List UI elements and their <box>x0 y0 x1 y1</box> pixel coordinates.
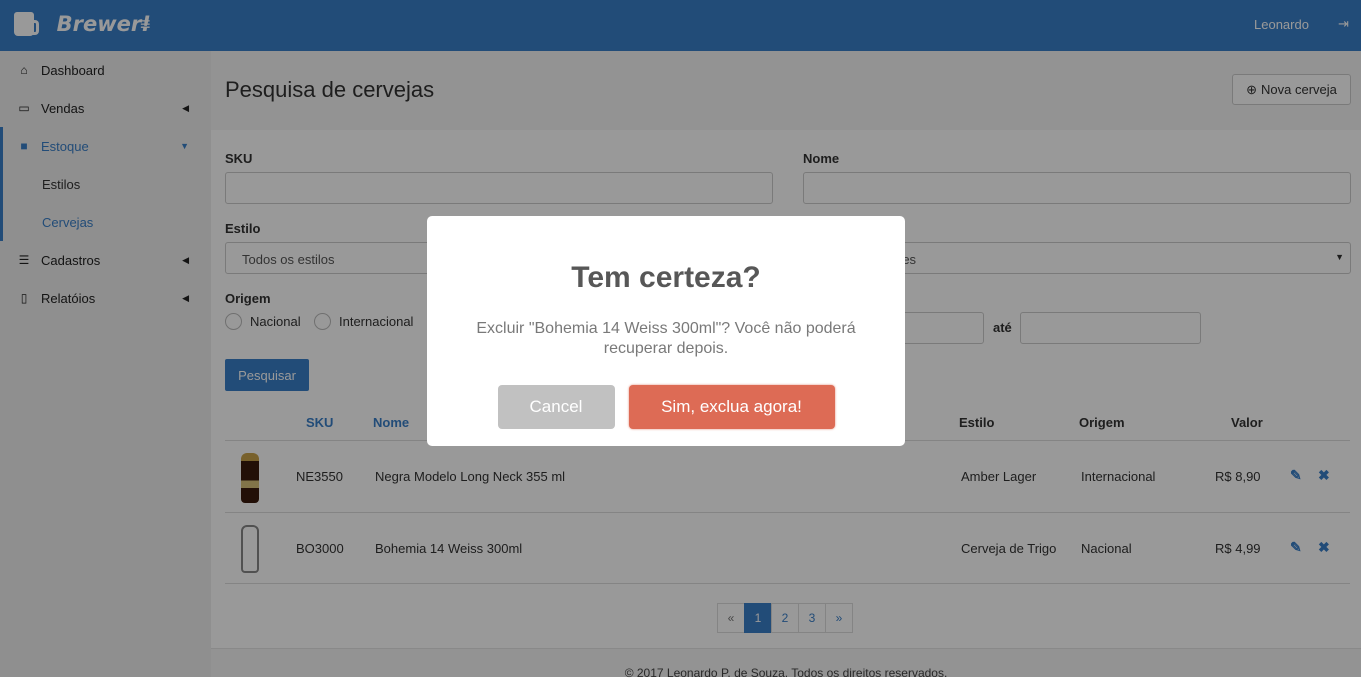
cancel-button[interactable]: Cancel <box>497 385 615 429</box>
dialog-title: Tem certeza? <box>571 261 761 294</box>
confirm-dialog: Tem certeza? Excluir "Bohemia 14 Weiss 3… <box>427 216 905 446</box>
dialog-text: Excluir "Bohemia 14 Weiss 300ml"? Você n… <box>476 320 856 357</box>
confirm-delete-button[interactable]: Sim, exclua agora! <box>628 385 835 429</box>
